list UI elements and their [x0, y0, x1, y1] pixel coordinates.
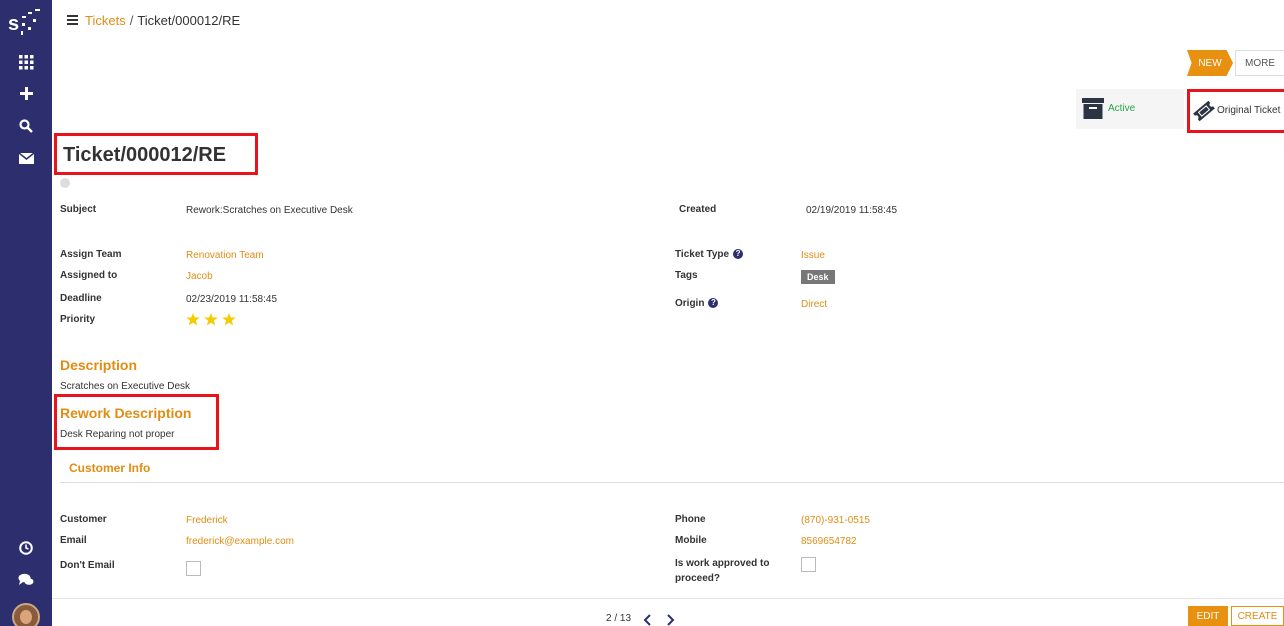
- deadline-value: 02/23/2019 11:58:45: [186, 294, 278, 305]
- create-button[interactable]: CREATE: [1231, 606, 1284, 626]
- star-icon[interactable]: [204, 313, 218, 326]
- mail-icon[interactable]: [16, 148, 36, 168]
- customer-info-heading: Customer Info: [69, 461, 151, 475]
- dont-email-checkbox[interactable]: [186, 561, 201, 576]
- phone-label: Phone: [675, 514, 706, 525]
- ticket-type-label-text: Ticket Type: [675, 249, 730, 260]
- mobile-label: Mobile: [675, 535, 707, 546]
- star-icon[interactable]: [222, 313, 236, 326]
- priority-stars[interactable]: [186, 313, 236, 326]
- apps-grid-icon[interactable]: [16, 52, 36, 72]
- rework-heading: Rework Description: [60, 405, 192, 421]
- pager-counter[interactable]: 2 / 13: [606, 613, 631, 624]
- description-text: Scratches on Executive Desk: [60, 381, 191, 392]
- sidebar: s: [0, 0, 52, 626]
- tag-badge[interactable]: Desk: [801, 270, 835, 284]
- chevron-left-icon[interactable]: [643, 614, 653, 626]
- ticket-type-label: Ticket Type?: [675, 249, 744, 260]
- original-ticket-label: Original Ticket: [1217, 105, 1281, 116]
- chevron-right-icon[interactable]: [665, 614, 675, 626]
- deadline-label: Deadline: [60, 293, 102, 304]
- svg-text:s: s: [8, 13, 19, 35]
- work-approved-label-line2: proceed?: [675, 573, 721, 584]
- assign-team-label: Assign Team: [60, 249, 122, 260]
- ticket-type-link[interactable]: Issue: [801, 250, 825, 261]
- rework-highlight: [54, 394, 219, 450]
- avatar[interactable]: [12, 603, 40, 626]
- dont-email-label: Don't Email: [60, 560, 115, 571]
- subject-value: Rework:Scratches on Executive Desk: [186, 205, 353, 216]
- email-label: Email: [60, 535, 87, 546]
- ticket-icon: [1192, 100, 1216, 122]
- search-icon[interactable]: [16, 116, 36, 136]
- created-label: Created: [679, 204, 717, 215]
- breadcrumb: Tickets / Ticket/000012/RE: [85, 13, 240, 28]
- title-highlight: Ticket/000012/RE: [54, 133, 258, 175]
- original-ticket-button[interactable]: Original Ticket: [1187, 89, 1284, 133]
- priority-label: Priority: [60, 314, 96, 325]
- origin-label-text: Origin: [675, 298, 705, 309]
- stage-more-button[interactable]: MORE: [1235, 50, 1284, 76]
- breadcrumb-tickets-link[interactable]: Tickets: [85, 13, 126, 28]
- archive-box-icon: [1082, 98, 1104, 119]
- origin-label: Origin?: [675, 298, 719, 309]
- customer-label: Customer: [60, 514, 107, 525]
- stage-new[interactable]: NEW: [1187, 50, 1233, 76]
- section-divider: [60, 482, 1284, 483]
- phone-link[interactable]: (870)-931-0515: [801, 515, 870, 526]
- app-logo-icon[interactable]: s: [8, 6, 44, 38]
- tags-label: Tags: [675, 270, 698, 281]
- assigned-to-link[interactable]: Jacob: [186, 271, 213, 282]
- help-icon[interactable]: ?: [733, 249, 744, 259]
- customer-link[interactable]: Frederick: [186, 515, 228, 526]
- created-value: 02/19/2019 11:58:45: [806, 205, 898, 216]
- clock-icon[interactable]: [16, 538, 36, 558]
- page-title: Ticket/000012/RE: [63, 144, 227, 166]
- plus-icon[interactable]: [16, 83, 36, 103]
- subject-label: Subject: [60, 204, 97, 215]
- breadcrumb-separator: /: [129, 13, 134, 28]
- top-bar: Tickets / Ticket/000012/RE: [52, 0, 1284, 42]
- active-label: Active: [1108, 103, 1136, 114]
- breadcrumb-current: Ticket/000012/RE: [137, 13, 241, 28]
- menu-icon[interactable]: [67, 15, 78, 25]
- edit-button[interactable]: EDIT: [1188, 606, 1228, 626]
- star-icon[interactable]: [186, 313, 200, 326]
- description-heading: Description: [60, 357, 138, 373]
- work-approved-label-line1: Is work approved to: [675, 558, 770, 569]
- footer-divider: [52, 598, 1284, 599]
- origin-link[interactable]: Direct: [801, 299, 827, 310]
- active-toggle-button[interactable]: Active: [1076, 89, 1184, 129]
- assigned-to-label: Assigned to: [60, 270, 118, 281]
- email-link[interactable]: frederick@example.com: [186, 536, 294, 547]
- assign-team-link[interactable]: Renovation Team: [186, 250, 264, 261]
- kanban-state-indicator[interactable]: [60, 178, 70, 188]
- work-approved-label: Is work approved to proceed?: [675, 556, 769, 586]
- chat-icon[interactable]: [16, 570, 36, 590]
- work-approved-checkbox[interactable]: [801, 557, 816, 572]
- help-icon[interactable]: ?: [708, 298, 719, 308]
- rework-text: Desk Reparing not proper: [60, 429, 175, 440]
- mobile-link[interactable]: 8569654782: [801, 536, 857, 547]
